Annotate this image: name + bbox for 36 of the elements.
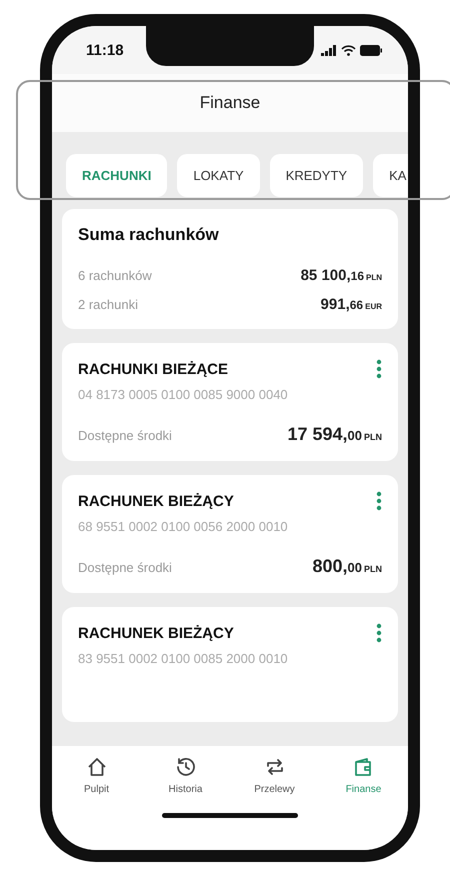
history-icon	[174, 756, 196, 778]
balance-label: Dostępne środki	[78, 560, 172, 575]
card-title: Suma rachunków	[78, 225, 220, 245]
nav-item[interactable]: Historia	[150, 756, 220, 795]
account-title: RACHUNEK BIEŻĄCY	[78, 624, 234, 642]
tab[interactable]: LOKATY	[177, 154, 260, 197]
status-time: 11:18	[86, 42, 124, 58]
wifi-icon	[341, 44, 356, 56]
signal-icon	[321, 44, 337, 56]
more-menu-icon[interactable]	[376, 623, 382, 643]
account-number: 68 9551 0002 0100 0056 2000 0010	[78, 519, 289, 534]
page-title: Finanse	[200, 93, 260, 113]
nav-item[interactable]: Pulpit	[62, 756, 132, 795]
account-card[interactable]: RACHUNEK BIEŻĄCY 83 9551 0002 0100 0085 2000 0010	[62, 607, 398, 722]
amount: 85 100,16 PLN	[300, 267, 382, 284]
nav-item[interactable]: Finanse	[328, 756, 398, 795]
account-count: 6 rachunków	[78, 268, 152, 283]
amount: 991,66 EUR	[320, 296, 382, 313]
nav-item[interactable]: Przelewy	[240, 756, 310, 795]
battery-icon	[360, 44, 382, 56]
amount: 800,00 PLN	[312, 556, 382, 577]
account-card[interactable]: RACHUNKI BIEŻĄCE 04 8173 0005 0100 0085 9000 0040 Dostępne środki 17 594,00 PLN	[62, 343, 398, 461]
account-count: 2 rachunki	[78, 297, 138, 312]
account-number: 04 8173 0005 0100 0085 9000 0040	[78, 387, 289, 402]
account-number: 83 9551 0002 0100 0085 2000 0010	[78, 651, 289, 666]
more-menu-icon[interactable]	[376, 359, 382, 379]
tab[interactable]: KREDYTY	[270, 154, 364, 197]
more-menu-icon[interactable]	[376, 491, 382, 511]
account-card[interactable]: RACHUNEK BIEŻĄCY 68 9551 0002 0100 0056 2000 0010 Dostępne środki 800,00 PLN	[62, 475, 398, 593]
account-title: RACHUNKI BIEŻĄCE	[78, 360, 228, 378]
tab[interactable]: KA	[373, 154, 408, 197]
amount: 17 594,00 PLN	[287, 424, 382, 445]
tab[interactable]: RACHUNKI	[66, 154, 168, 197]
account-title: RACHUNEK BIEŻĄCY	[78, 492, 234, 510]
balance-label: Dostępne środki	[78, 428, 172, 443]
home-icon	[86, 756, 108, 778]
